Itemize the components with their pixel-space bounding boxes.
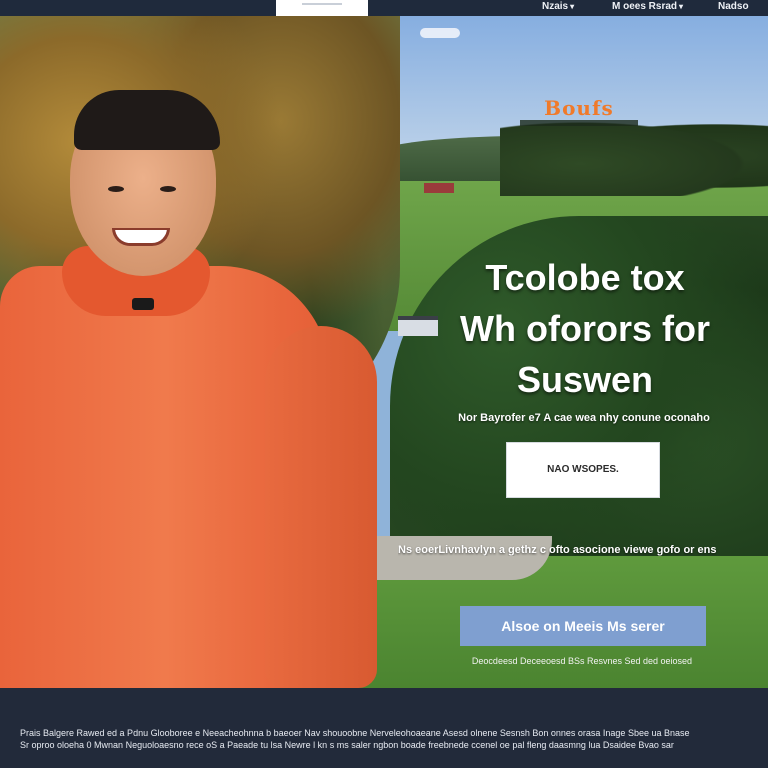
hero-title: Tcolobe tox Wh oforors for Suswen [400, 252, 768, 405]
secondary-cta-button[interactable]: Alsoe on Meeis Ms serer [460, 606, 706, 646]
footer-text-line: Sr oproo oloeha 0 Mwnan Neguoloaesno rec… [20, 740, 674, 750]
footer: Prais Balgere Rawed ed a Pdnu Glooboree … [0, 688, 768, 768]
sweater-arm [265, 326, 377, 688]
nav-item-3[interactable]: Nadso [718, 1, 749, 12]
cloud [420, 28, 460, 38]
hero-note: Deocdeesd Deceeoesd BSs Resvnes Sed ded … [471, 656, 693, 666]
hero-title-line: Suswen [516, 359, 654, 400]
barn [424, 183, 454, 193]
site-logo-tab[interactable] [276, 0, 368, 16]
lapel-mic [132, 298, 154, 310]
hero-subtitle: Nor Bayrofer e7 A cae wea nhy conune oco… [458, 412, 710, 424]
hero-title-line: Tcolobe tox [485, 257, 685, 298]
chevron-down-icon: ▾ [679, 2, 684, 11]
chevron-down-icon: ▾ [570, 2, 575, 11]
hero-title-line: Wh oforors for [460, 308, 710, 349]
hair [74, 90, 220, 150]
footer-text-line: Prais Balgere Rawed ed a Pdnu Glooboree … [20, 728, 690, 738]
brand-logo-text: Boufs [544, 96, 614, 120]
top-nav-bar: Nzais ▾ M oees Rsrad ▾ Nadso [0, 0, 768, 16]
hero-description: Ns eoerLivnhavlyn a gethz c ofto asocion… [398, 544, 717, 556]
nav-item-label: Nzais [542, 1, 569, 12]
nav-item-2[interactable]: M oees Rsrad ▾ [612, 1, 683, 12]
eye [160, 186, 176, 192]
nav-item-1[interactable]: Nzais ▾ [542, 1, 574, 12]
smile [112, 228, 170, 246]
brand-logo: Boufs [520, 98, 638, 126]
nav-item-label: M oees Rsrad [612, 1, 678, 12]
primary-cta-button[interactable]: NAO WSOPES. [506, 442, 660, 498]
hero-person-photo [0, 76, 380, 688]
hero-section: Boufs Tcolobe tox Wh oforors for Suswen … [0, 16, 768, 688]
eye [108, 186, 124, 192]
nav-item-label: Nadso [718, 1, 749, 12]
treeline [500, 116, 768, 196]
garden-path [372, 536, 552, 580]
